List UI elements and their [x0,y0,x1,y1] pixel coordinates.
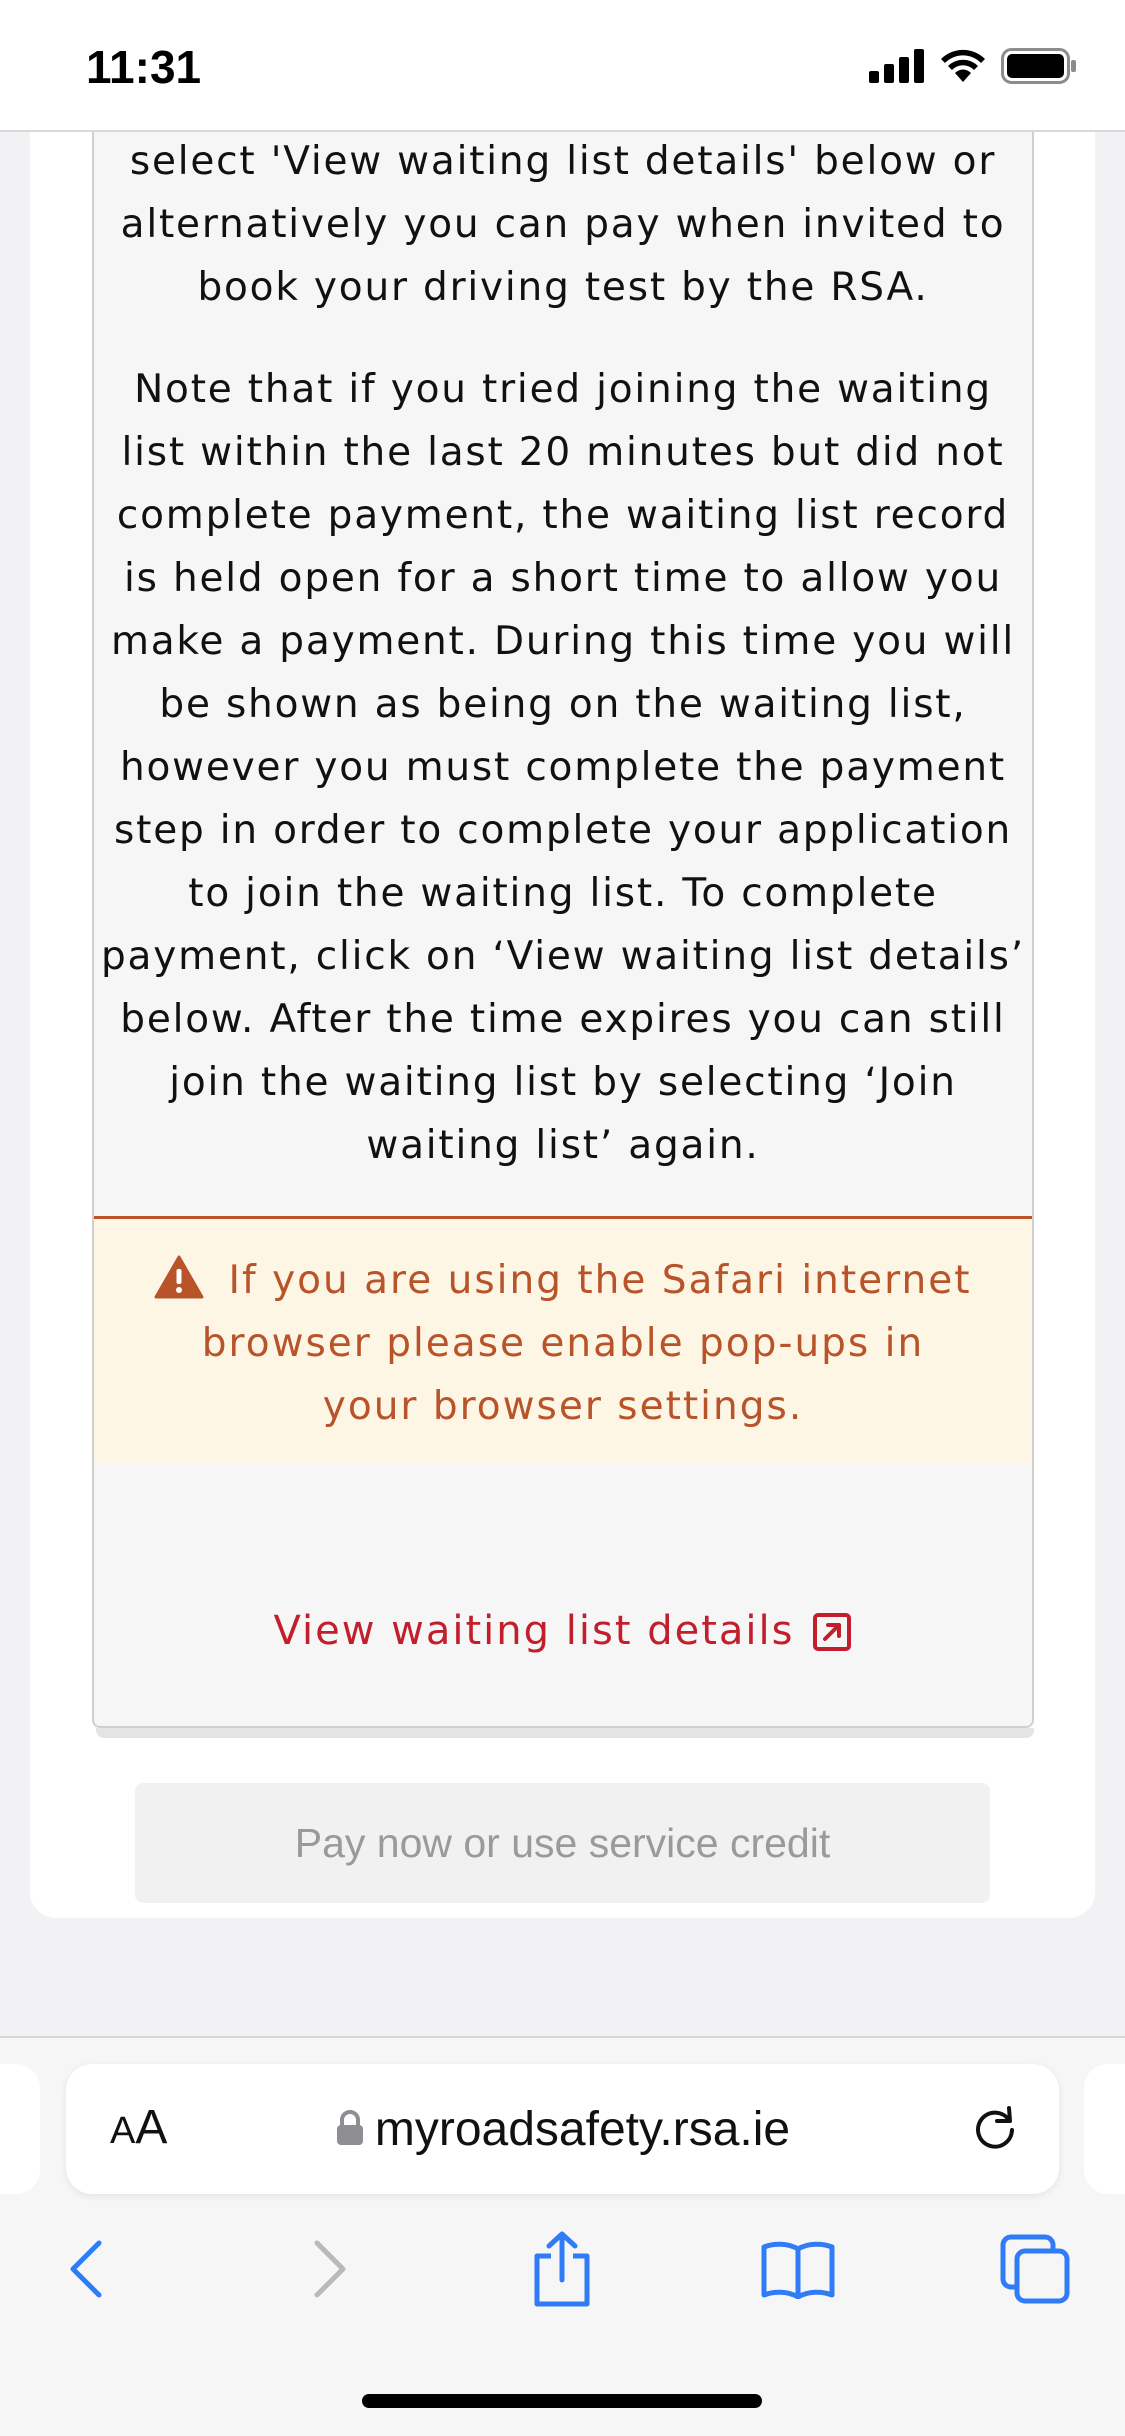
home-indicator [362,2394,762,2408]
warning-icon [154,1255,204,1299]
battery-icon [1001,48,1076,84]
wifi-icon [941,49,985,82]
safari-toolbar [0,2224,1125,2344]
share-button[interactable] [517,2224,607,2314]
safari-bottom-bar: AA myroadsafety.rsa.ie [0,2036,1125,2436]
status-time: 11:31 [86,41,202,93]
address-bar[interactable]: AA myroadsafety.rsa.ie [66,2064,1059,2194]
pay-now-button[interactable]: Pay now or use service credit [135,1783,990,1903]
view-waiting-list-details-link[interactable]: View waiting list details [94,1608,1032,1654]
url-text: myroadsafety.rsa.ie [374,2103,791,2156]
signal-icon [869,49,924,83]
info-paragraph-2: Note that if you tried joining the waiti… [100,367,1025,1168]
panel-shadow [96,1728,1034,1738]
bookmarks-button[interactable] [753,2224,843,2314]
tabs-button[interactable] [990,2224,1080,2314]
next-tab-preview[interactable] [1084,2064,1125,2194]
safari-popup-warning: If you are using the Safari internet bro… [94,1216,1032,1464]
info-paragraph-1: select 'View waiting list details' below… [120,139,1006,310]
lock-icon [336,2110,363,2145]
previous-tab-preview[interactable] [0,2064,40,2194]
warning-message: If you are using the Safari internet bro… [94,1249,1032,1438]
url-display[interactable]: myroadsafety.rsa.ie [66,2102,1059,2157]
view-link-label: View waiting list details [273,1608,795,1654]
status-bar: 11:31 [0,0,1125,132]
bookmarks-icon [761,2241,835,2299]
back-button[interactable] [42,2224,132,2314]
waiting-list-info-panel: select 'View waiting list details' below… [92,130,1034,1728]
share-icon [534,2231,590,2307]
external-link-icon [813,1613,852,1651]
reload-icon[interactable] [969,2102,1021,2154]
status-icons [869,48,1077,84]
tabs-icon [1000,2234,1070,2304]
forward-icon [314,2240,346,2298]
back-icon [70,2240,102,2298]
forward-button[interactable] [284,2224,374,2314]
warning-text: If you are using the Safari internet bro… [201,1258,972,1429]
page-card: select 'View waiting list details' below… [30,130,1095,1918]
